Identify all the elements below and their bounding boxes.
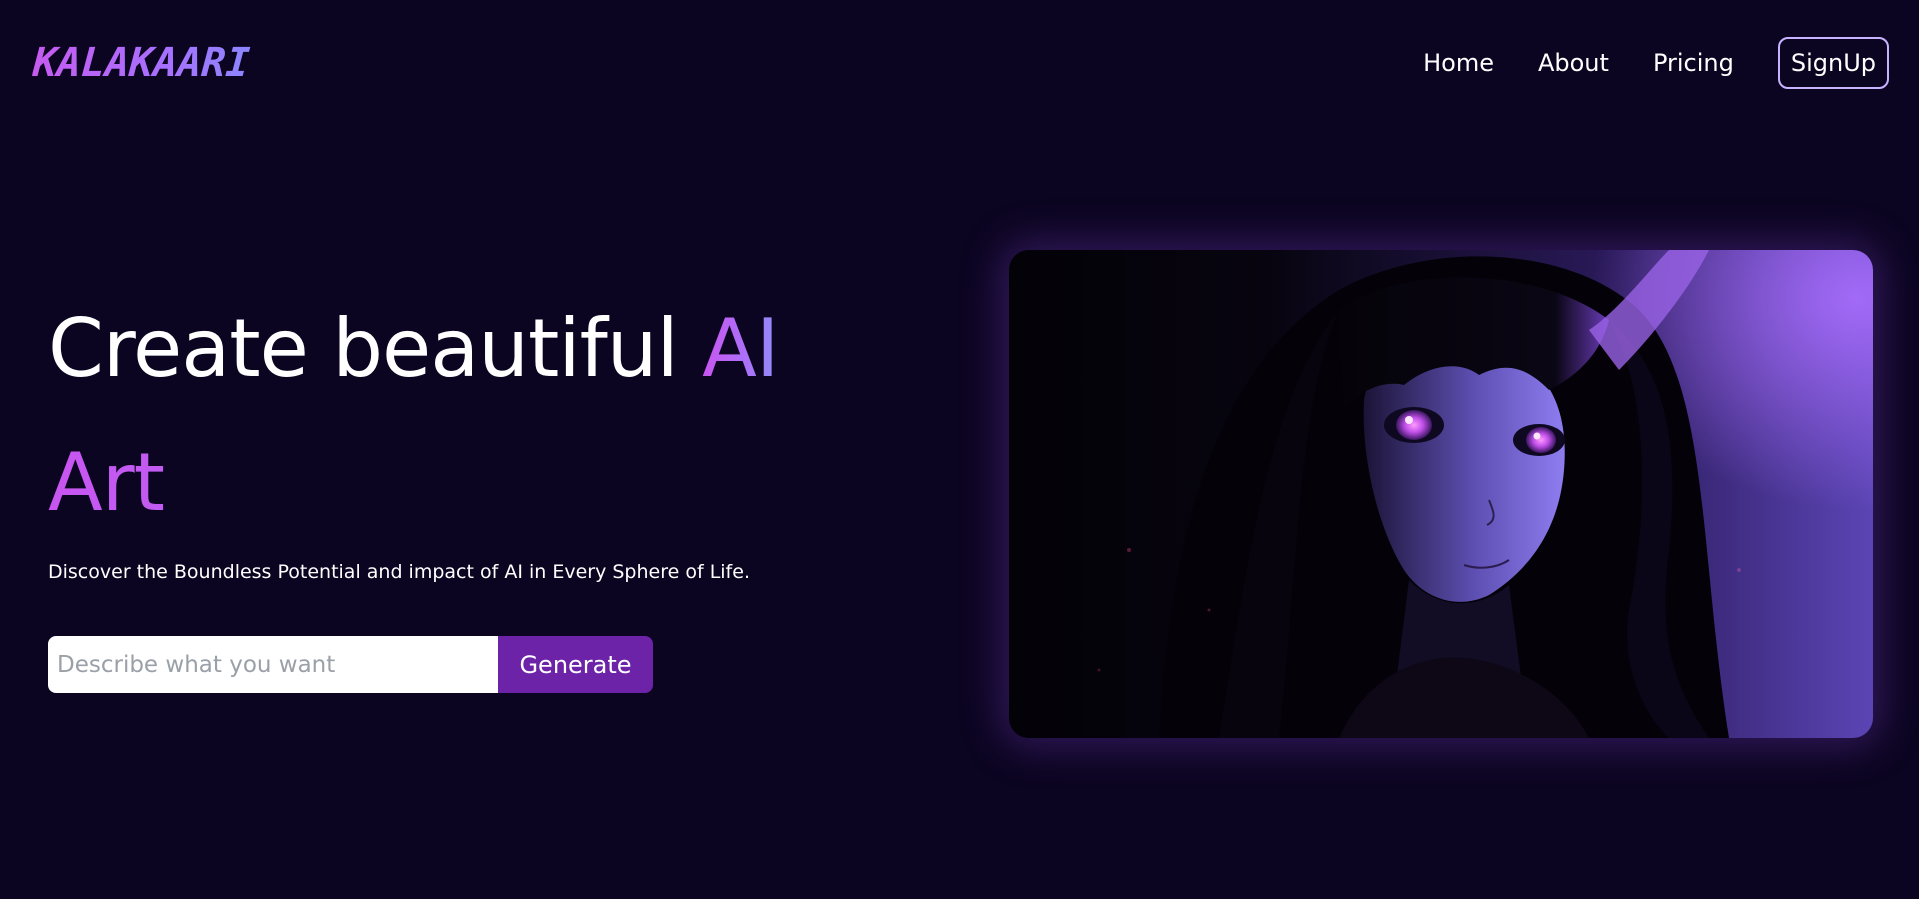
hero-title-accent-ai: AI bbox=[702, 302, 779, 395]
prompt-input[interactable] bbox=[48, 636, 498, 693]
hero-title-line-1: Create beautiful AI bbox=[48, 282, 868, 416]
anime-portrait-illustration bbox=[1097, 250, 1741, 738]
main-nav: Home About Pricing SignUp bbox=[1423, 37, 1889, 89]
nav-home-link[interactable]: Home bbox=[1423, 37, 1494, 89]
site-header: KALAKAARI Home About Pricing SignUp bbox=[0, 0, 1919, 126]
generate-form: Generate bbox=[48, 636, 653, 693]
landing-page: KALAKAARI Home About Pricing SignUp Crea… bbox=[0, 0, 1919, 899]
generate-button[interactable]: Generate bbox=[498, 636, 653, 693]
hero-title: Create beautiful AI Art bbox=[48, 282, 868, 550]
hero-subtitle: Discover the Boundless Potential and imp… bbox=[48, 561, 750, 583]
brand-logo[interactable]: KALAKAARI bbox=[31, 40, 251, 86]
signup-button[interactable]: SignUp bbox=[1777, 37, 1889, 89]
nav-pricing-link[interactable]: Pricing bbox=[1653, 37, 1734, 89]
hero-title-accent-art: Art bbox=[48, 416, 868, 550]
hero-title-text: Create beautiful bbox=[48, 302, 703, 395]
nav-about-link[interactable]: About bbox=[1538, 37, 1609, 89]
hero-artwork-image bbox=[1009, 250, 1873, 738]
